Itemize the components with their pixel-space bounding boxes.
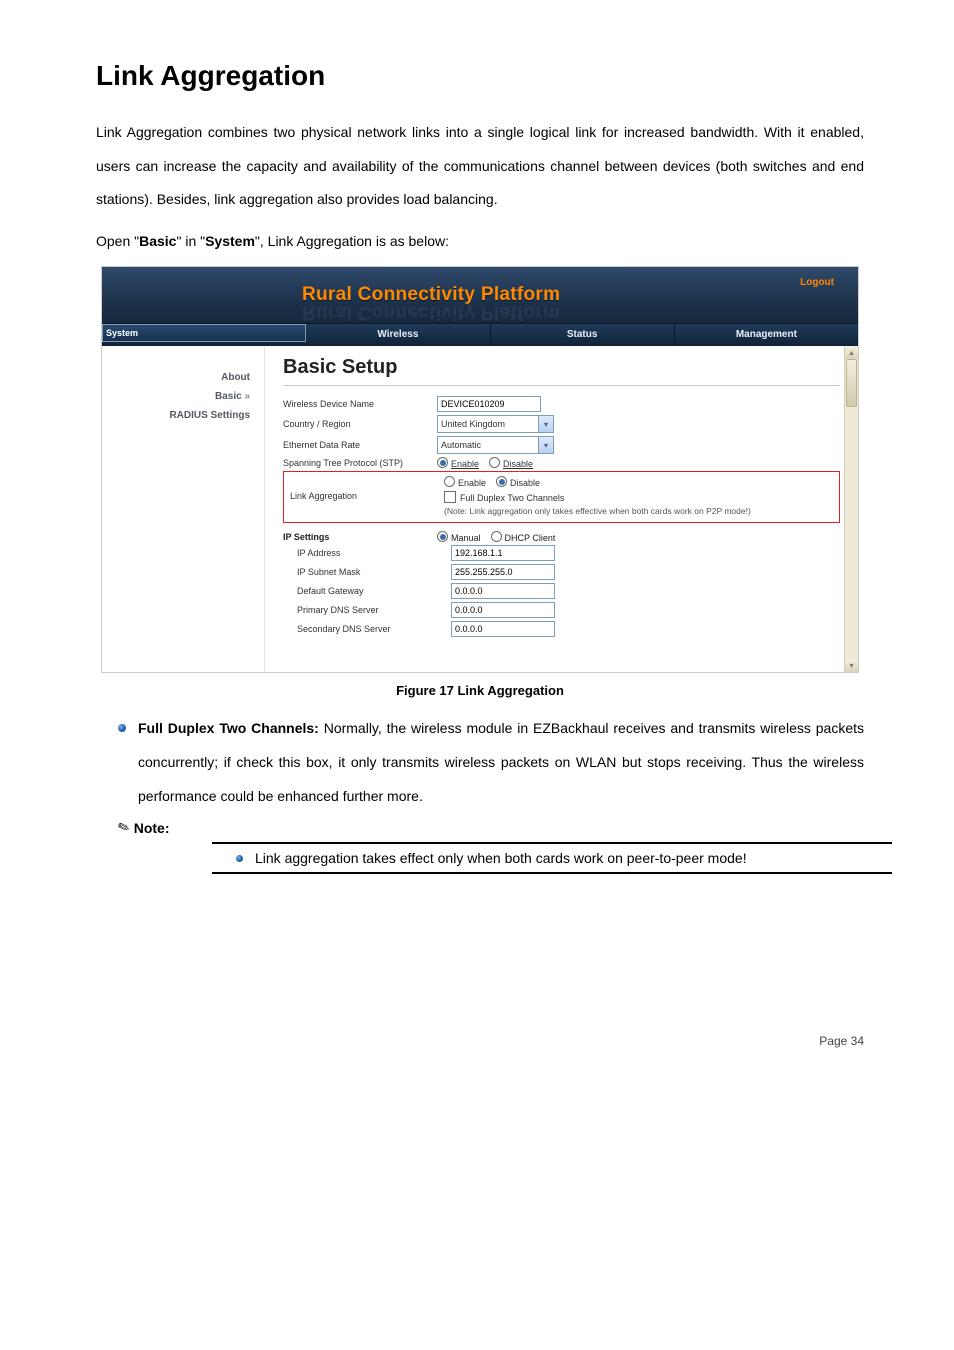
- note-bottom-rule: [212, 872, 892, 874]
- ip-mode-radios: Manual DHCP Client: [437, 531, 840, 543]
- bullet-text: Full Duplex Two Channels: Normally, the …: [138, 712, 864, 813]
- radio-ip-manual[interactable]: [437, 531, 448, 542]
- main-panel: Basic Setup Wireless Device Name Country…: [265, 346, 858, 672]
- input-subnet-mask[interactable]: [451, 564, 555, 580]
- sidebar-item-radius[interactable]: RADIUS Settings: [102, 406, 264, 425]
- tab-bar: System Wireless Status Management: [102, 323, 858, 346]
- scroll-up-icon[interactable]: ▴: [845, 346, 858, 359]
- la-controls: Enable Disable Full Duplex Two Channels …: [444, 476, 833, 516]
- panel-title: Basic Setup: [283, 356, 840, 379]
- input-primary-dns[interactable]: [451, 602, 555, 618]
- note-bullet-text: Link aggregation takes effect only when …: [255, 850, 747, 866]
- stp-radios: Enable Disable: [437, 457, 840, 469]
- para2-post: ", Link Aggregation is as below:: [255, 233, 449, 249]
- input-ip-address[interactable]: [451, 545, 555, 561]
- select-country[interactable]: United Kingdom ▾: [437, 415, 554, 433]
- checkbox-full-duplex[interactable]: [444, 491, 456, 503]
- tab-management[interactable]: Management: [675, 324, 858, 346]
- paragraph-1: Link Aggregation combines two physical n…: [96, 116, 864, 217]
- bullet-strong: Full Duplex Two Channels:: [138, 720, 319, 736]
- label-country: Country / Region: [283, 419, 433, 429]
- para2-pre: Open ": [96, 233, 139, 249]
- logout-link[interactable]: Logout: [800, 277, 834, 288]
- link-aggregation-highlight: Link Aggregation Enable Disable Full Dup…: [283, 471, 840, 523]
- bullet-icon: [118, 724, 126, 732]
- sidebar-item-about[interactable]: About: [102, 368, 264, 387]
- router-window: Rural Connectivity Platform Rural Connec…: [101, 266, 859, 673]
- ip-form-grid: IP Address IP Subnet Mask Default Gatewa…: [297, 545, 840, 637]
- brand-reflection: Rural Connectivity Platform: [302, 301, 560, 323]
- radio-la-disable[interactable]: [496, 476, 507, 487]
- ip-settings-heading: IP Settings: [283, 532, 433, 542]
- note-bullet: Link aggregation takes effect only when …: [236, 850, 864, 866]
- label-device-name: Wireless Device Name: [283, 399, 433, 409]
- para2-system: System: [205, 233, 255, 249]
- chevron-right-icon: »: [244, 391, 250, 402]
- top-form-grid: Wireless Device Name Country / Region Un…: [283, 396, 840, 469]
- tab-status[interactable]: Status: [491, 324, 675, 346]
- input-device-name[interactable]: [437, 396, 541, 412]
- tab-system[interactable]: System: [102, 324, 306, 342]
- note-line: ✎ Note:: [118, 819, 864, 836]
- note-label: Note:: [134, 820, 170, 836]
- label-primary-dns: Primary DNS Server: [297, 605, 447, 615]
- sidebar: About Basic » RADIUS Settings: [102, 346, 265, 672]
- label-link-aggregation: Link Aggregation: [290, 491, 440, 501]
- select-country-value: United Kingdom: [441, 419, 505, 429]
- select-eth-rate[interactable]: Automatic ▾: [437, 436, 554, 454]
- router-header: Rural Connectivity Platform Rural Connec…: [102, 267, 858, 323]
- ip-manual-label: Manual: [451, 533, 481, 543]
- chevron-down-icon: ▾: [538, 416, 553, 432]
- chevron-down-icon: ▾: [538, 437, 553, 453]
- la-disable-label: Disable: [510, 478, 540, 488]
- paragraph-2: Open "Basic" in "System", Link Aggregati…: [96, 225, 864, 259]
- tab-wireless[interactable]: Wireless: [306, 324, 490, 346]
- scrollbar[interactable]: ▴ ▾: [844, 346, 858, 672]
- label-gateway: Default Gateway: [297, 586, 447, 596]
- bullet-full-duplex: Full Duplex Two Channels: Normally, the …: [118, 712, 864, 813]
- divider: [283, 385, 840, 386]
- label-eth-rate: Ethernet Data Rate: [283, 440, 433, 450]
- scroll-thumb[interactable]: [846, 359, 857, 407]
- label-subnet-mask: IP Subnet Mask: [297, 567, 447, 577]
- figure-caption: Figure 17 Link Aggregation: [96, 683, 864, 698]
- sidebar-basic-label: Basic: [215, 391, 242, 402]
- input-secondary-dns[interactable]: [451, 621, 555, 637]
- la-note: (Note: Link aggregation only takes effec…: [444, 506, 833, 516]
- figure-screenshot: Rural Connectivity Platform Rural Connec…: [96, 266, 864, 673]
- radio-stp-disable[interactable]: [489, 457, 500, 468]
- ip-dhcp-label: DHCP Client: [505, 533, 556, 543]
- label-stp: Spanning Tree Protocol (STP): [283, 458, 433, 468]
- stp-enable-label: Enable: [451, 459, 479, 469]
- scroll-down-icon[interactable]: ▾: [845, 659, 858, 672]
- stp-disable-label: Disable: [503, 459, 533, 469]
- la-enable-label: Enable: [458, 478, 486, 488]
- input-gateway[interactable]: [451, 583, 555, 599]
- page-number: Page 34: [96, 1034, 864, 1048]
- sidebar-item-basic[interactable]: Basic »: [102, 387, 264, 406]
- content-row: About Basic » RADIUS Settings Basic Setu…: [102, 346, 858, 672]
- note-top-rule: [212, 842, 892, 844]
- para2-basic: Basic: [139, 233, 176, 249]
- select-eth-value: Automatic: [441, 440, 481, 450]
- radio-ip-dhcp[interactable]: [491, 531, 502, 542]
- bullet-icon: [236, 855, 243, 862]
- para2-mid: " in ": [176, 233, 205, 249]
- page-title: Link Aggregation: [96, 60, 864, 92]
- label-ip-address: IP Address: [297, 548, 447, 558]
- pencil-icon: ✎: [115, 818, 132, 838]
- full-duplex-label: Full Duplex Two Channels: [460, 493, 564, 503]
- label-secondary-dns: Secondary DNS Server: [297, 624, 447, 634]
- radio-stp-enable[interactable]: [437, 457, 448, 468]
- la-grid: Link Aggregation Enable Disable Full Dup…: [290, 476, 833, 516]
- radio-la-enable[interactable]: [444, 476, 455, 487]
